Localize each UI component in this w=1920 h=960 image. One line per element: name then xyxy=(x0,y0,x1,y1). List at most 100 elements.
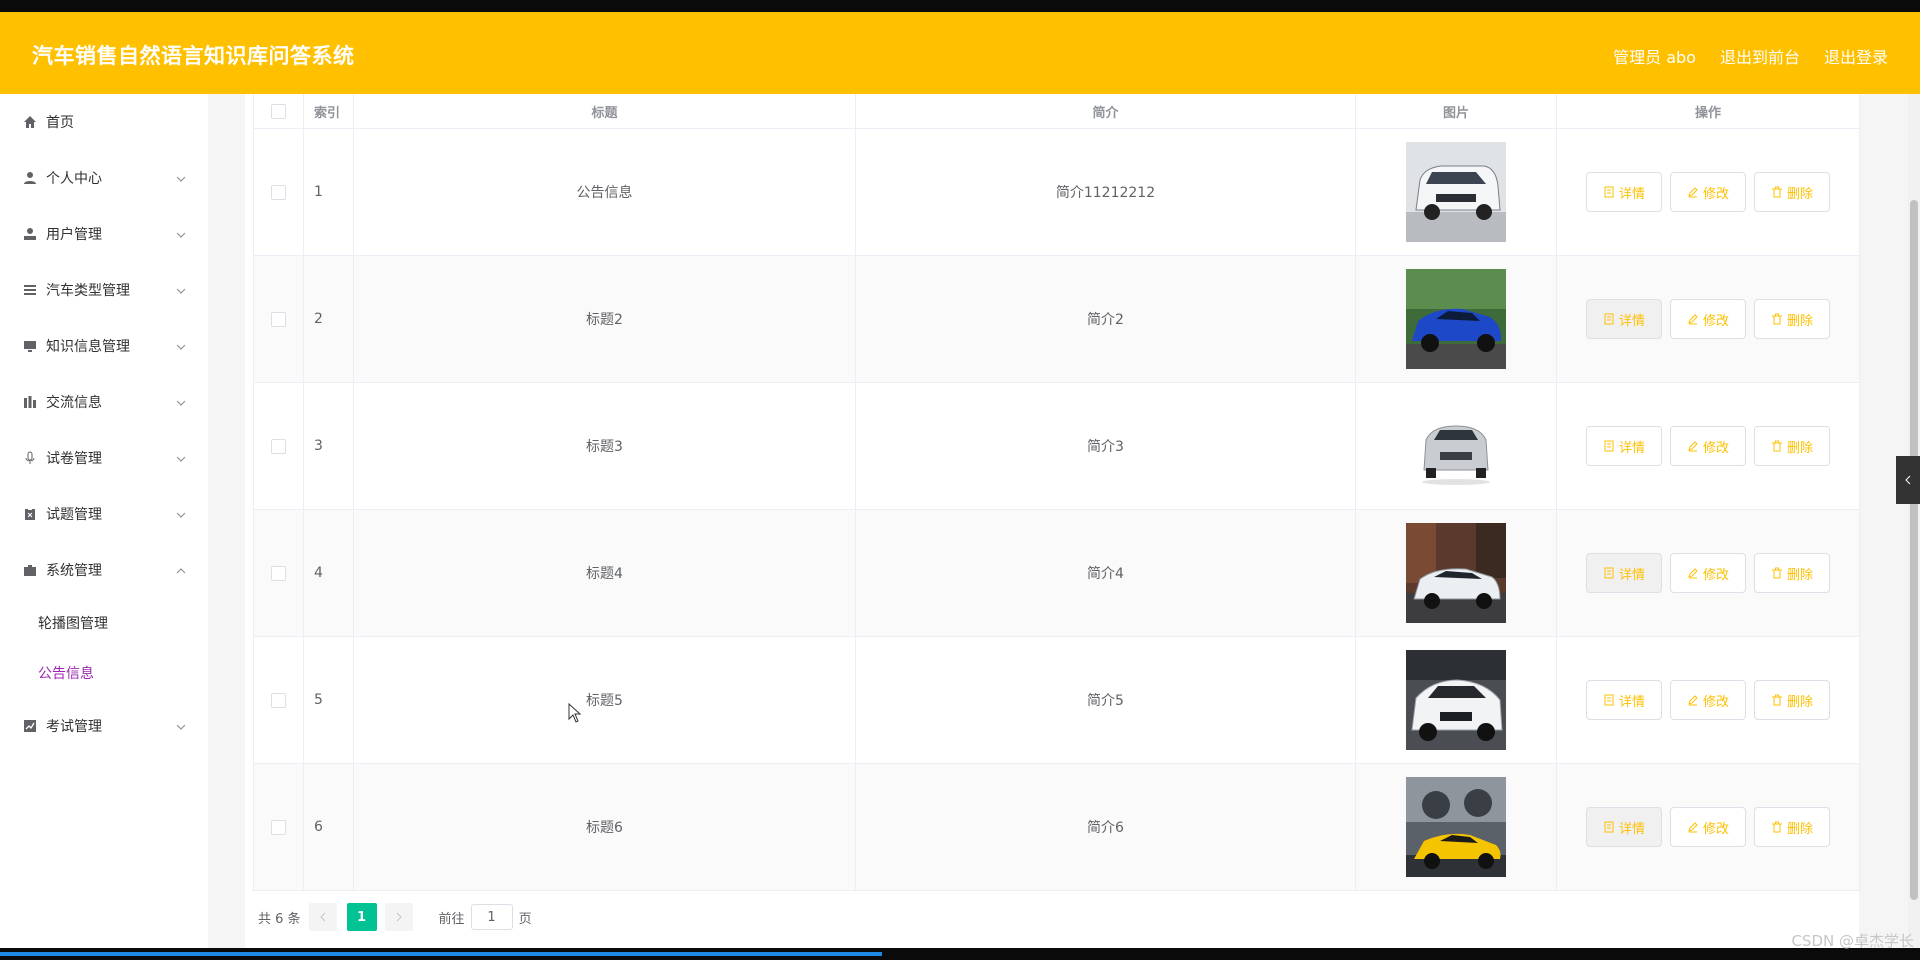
goto-page-input[interactable] xyxy=(470,904,513,930)
table-row: 3 标题3 简介3 详情 修改 删除 xyxy=(254,383,1859,510)
row-title: 公告信息 xyxy=(354,129,856,255)
white-van-image[interactable] xyxy=(1406,142,1506,242)
row-image-cell xyxy=(1356,637,1557,763)
row-checkbox[interactable] xyxy=(271,438,286,454)
edit-button[interactable]: 修改 xyxy=(1669,807,1746,847)
user-manage-icon xyxy=(22,226,38,242)
sidebar-subitem-label: 公告信息 xyxy=(38,666,94,682)
row-image-cell xyxy=(1356,383,1557,509)
app-title: 汽车销售自然语言知识库问答系统 xyxy=(32,44,355,68)
home-icon xyxy=(22,114,38,130)
row-checkbox[interactable] xyxy=(271,565,286,581)
side-collapse-tab[interactable] xyxy=(1896,456,1920,504)
delete-button[interactable]: 删除 xyxy=(1754,299,1831,339)
row-checkbox-cell xyxy=(254,510,304,636)
exit-to-front-link[interactable]: 退出到前台 xyxy=(1720,44,1800,68)
detail-button[interactable]: 详情 xyxy=(1585,807,1662,847)
row-checkbox[interactable] xyxy=(271,819,286,835)
sidebar-item-papers[interactable]: 试卷管理 xyxy=(0,430,208,486)
sidebar-item-system[interactable]: 系统管理 xyxy=(0,542,208,598)
white-sedan-street-image[interactable] xyxy=(1406,523,1506,623)
detail-button[interactable]: 详情 xyxy=(1585,426,1662,466)
sidebar-item-label: 试题管理 xyxy=(46,507,102,523)
delete-button[interactable]: 删除 xyxy=(1754,426,1831,466)
row-image-cell xyxy=(1356,510,1557,636)
watermark: CSDN @卓杰学长 xyxy=(1791,932,1914,950)
row-checkbox-cell xyxy=(254,256,304,382)
chevron-down-icon xyxy=(176,338,186,354)
delete-button[interactable]: 删除 xyxy=(1754,807,1831,847)
row-image-cell xyxy=(1356,129,1557,255)
header-image: 图片 xyxy=(1356,94,1557,128)
detail-button[interactable]: 详情 xyxy=(1585,680,1662,720)
page-number-button[interactable]: 1 xyxy=(346,903,377,931)
chevron-down-icon xyxy=(176,170,186,186)
edit-button[interactable]: 修改 xyxy=(1669,553,1746,593)
prev-page-button[interactable] xyxy=(308,903,337,931)
row-checkbox[interactable] xyxy=(271,184,286,200)
edit-button-label: 修改 xyxy=(1702,694,1729,710)
admin-label: 管理员 abo xyxy=(1613,48,1696,67)
table-row: 2 标题2 简介2 详情 修改 删除 xyxy=(254,256,1859,383)
row-actions: 详情 修改 删除 xyxy=(1557,383,1859,509)
delete-button[interactable]: 删除 xyxy=(1754,172,1831,212)
row-index: 2 xyxy=(304,256,354,382)
sidebar-item-label: 个人中心 xyxy=(46,171,102,187)
edit-button[interactable]: 修改 xyxy=(1669,299,1746,339)
sidebar-item-label: 汽车类型管理 xyxy=(46,283,130,299)
row-intro: 简介6 xyxy=(856,764,1356,890)
delete-button[interactable]: 删除 xyxy=(1754,553,1831,593)
detail-button-label: 详情 xyxy=(1618,313,1645,329)
sidebar-subitem-carousel[interactable]: 轮播图管理 xyxy=(0,598,208,648)
microphone-icon xyxy=(22,450,38,466)
edit-button-label: 修改 xyxy=(1702,186,1729,202)
row-image-cell xyxy=(1356,256,1557,382)
detail-button[interactable]: 详情 xyxy=(1585,299,1662,339)
next-page-button[interactable] xyxy=(384,903,413,931)
row-title: 标题2 xyxy=(354,256,856,382)
edit-icon xyxy=(1688,568,1698,579)
video-progress-bar xyxy=(0,952,882,956)
silver-suv-image[interactable] xyxy=(1406,396,1506,496)
edit-button[interactable]: 修改 xyxy=(1669,172,1746,212)
chevron-down-icon xyxy=(176,506,186,522)
chevron-left-icon xyxy=(1905,475,1911,485)
white-hatchback-image[interactable] xyxy=(1406,650,1506,750)
row-checkbox[interactable] xyxy=(271,692,286,708)
sidebar-item-label: 首页 xyxy=(46,115,74,131)
sidebar-item-label: 交流信息 xyxy=(46,395,102,411)
sidebar-item-questions[interactable]: 试题管理 xyxy=(0,486,208,542)
sidebar-item-exam[interactable]: 考试管理 xyxy=(0,698,208,754)
sidebar-item-car-type[interactable]: 汽车类型管理 xyxy=(0,262,208,318)
scrollbar-thumb[interactable] xyxy=(1910,200,1918,900)
table-row: 5 标题5 简介5 详情 修改 删除 xyxy=(254,637,1859,764)
sidebar-item-label: 考试管理 xyxy=(46,719,102,735)
yellow-supercar-image[interactable] xyxy=(1406,777,1506,877)
sidebar-item-exchange[interactable]: 交流信息 xyxy=(0,374,208,430)
row-index: 4 xyxy=(304,510,354,636)
sidebar-subitem-announcement[interactable]: 公告信息 xyxy=(0,648,208,698)
sidebar-item-home[interactable]: 首页 xyxy=(0,94,208,150)
sidebar-item-label: 知识信息管理 xyxy=(46,339,130,355)
logout-link[interactable]: 退出登录 xyxy=(1824,44,1888,68)
row-checkbox[interactable] xyxy=(271,311,286,327)
edit-button[interactable]: 修改 xyxy=(1669,426,1746,466)
sidebar-subitem-label: 轮播图管理 xyxy=(38,616,108,632)
sidebar-item-user-manage[interactable]: 用户管理 xyxy=(0,206,208,262)
sidebar-item-knowledge[interactable]: 知识信息管理 xyxy=(0,318,208,374)
delete-button-label: 删除 xyxy=(1787,694,1814,710)
sidebar-item-personal-center[interactable]: 个人中心 xyxy=(0,150,208,206)
row-title: 标题4 xyxy=(354,510,856,636)
list-icon xyxy=(22,282,38,298)
sidebar: 首页 个人中心 用户管理 汽车类型管理 知识信息管理 交流信息 试卷管理 试题管… xyxy=(0,94,209,948)
select-all-checkbox[interactable] xyxy=(271,103,286,119)
detail-button[interactable]: 详情 xyxy=(1585,172,1662,212)
table-header: 索引 标题 简介 图片 操作 xyxy=(254,94,1859,129)
blue-sports-car-image[interactable] xyxy=(1406,269,1506,369)
detail-button[interactable]: 详情 xyxy=(1585,553,1662,593)
row-title: 标题3 xyxy=(354,383,856,509)
chart-bar-icon xyxy=(22,394,38,410)
delete-button[interactable]: 删除 xyxy=(1754,680,1831,720)
edit-button[interactable]: 修改 xyxy=(1669,680,1746,720)
detail-button-label: 详情 xyxy=(1618,186,1645,202)
